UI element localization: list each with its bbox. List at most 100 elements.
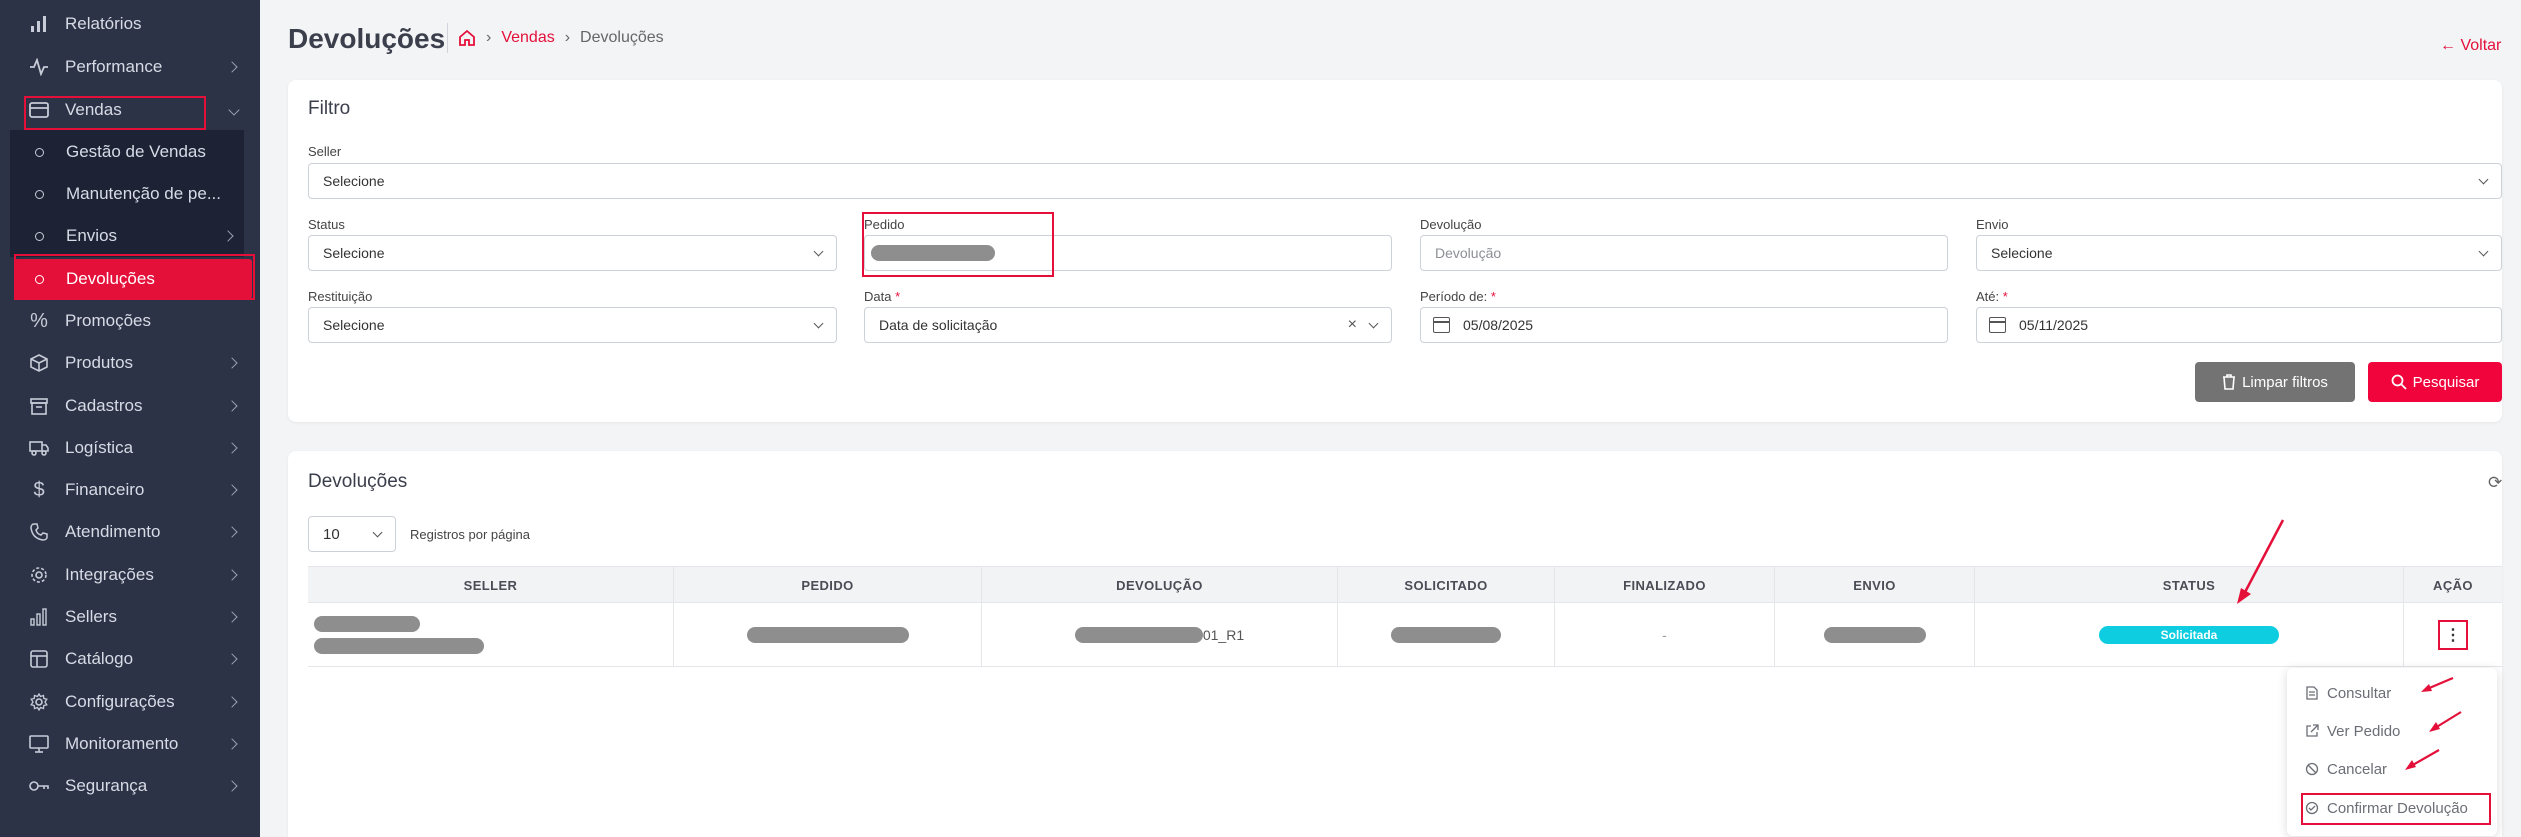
sidebar-subitem-gestao-vendas[interactable]: Gestão de Vendas — [10, 132, 244, 172]
sidebar-item-financeiro[interactable]: $ Financeiro — [0, 470, 260, 510]
chevron-right-icon — [226, 738, 238, 750]
sidebar-subitem-label: Devoluções — [66, 269, 155, 288]
envio-select[interactable]: Selecione — [1976, 235, 2502, 271]
sidebar-item-monitoramento[interactable]: Monitoramento — [0, 724, 260, 764]
sidebar-item-produtos[interactable]: Produtos — [0, 343, 260, 383]
menu-item-confirmar-devolucao[interactable]: Confirmar Devolução — [2305, 796, 2468, 820]
cell-status: Solicitada — [1975, 603, 2404, 667]
redacted-value — [871, 245, 995, 261]
cell-acao: ⋮ — [2404, 603, 2502, 667]
sidebar-item-performance[interactable]: Performance — [0, 47, 260, 87]
status-select-value: Selecione — [323, 245, 385, 261]
breadcrumb-vendas[interactable]: Vendas — [501, 29, 554, 47]
home-icon[interactable] — [458, 29, 476, 47]
ate-label-text: Até: — [1976, 289, 2000, 304]
monitor-icon — [28, 733, 50, 755]
seller-select-value: Selecione — [323, 173, 385, 189]
pedido-input[interactable] — [864, 235, 1392, 271]
circle-icon — [35, 147, 44, 157]
sidebar-item-atendimento[interactable]: Atendimento — [0, 512, 260, 552]
menu-item-consultar[interactable]: Consultar — [2305, 681, 2391, 705]
column-header-status[interactable]: STATUS — [1975, 567, 2404, 604]
sidebar-item-vendas[interactable]: Vendas — [0, 90, 260, 130]
sidebar-item-label: Logística — [65, 438, 134, 457]
menu-item-label: Consultar — [2327, 684, 2392, 702]
restituicao-select[interactable]: Selecione — [308, 307, 837, 343]
menu-item-label: Ver Pedido — [2327, 722, 2401, 740]
sidebar-item-catalogo[interactable]: Catálogo — [0, 639, 260, 679]
breadcrumb-separator: › — [486, 29, 492, 46]
dollar-icon: $ — [33, 478, 45, 501]
results-title: Devoluções — [308, 471, 408, 492]
ate-date-input[interactable]: 05/11/2025 — [1976, 307, 2502, 343]
chevron-right-icon — [226, 357, 238, 369]
trash-icon — [2222, 374, 2236, 390]
chevron-right-icon — [222, 230, 234, 242]
sidebar-subitem-envios[interactable]: Envios — [10, 216, 244, 256]
sidebar-item-relatorios[interactable]: Relatórios — [0, 4, 260, 44]
sidebar-subitem-devolucoes[interactable]: Devoluções — [14, 259, 252, 299]
seller-select[interactable]: Selecione — [308, 163, 2502, 199]
devolucao-input[interactable]: Devolução — [1420, 235, 1948, 271]
annotation-arrow — [2237, 519, 2285, 604]
percent-icon: % — [30, 309, 48, 332]
chevron-right-icon — [226, 526, 238, 538]
column-header-pedido[interactable]: PEDIDO — [674, 567, 982, 604]
divider — [447, 23, 448, 53]
redacted-value — [1074, 627, 1203, 643]
sidebar-item-integracoes[interactable]: Integrações — [0, 555, 260, 595]
activity-icon — [28, 56, 50, 78]
per-page-select[interactable]: 10 — [308, 516, 396, 552]
sidebar-item-cadastros[interactable]: Cadastros — [0, 386, 260, 426]
more-options-icon[interactable]: ⋮ — [2438, 620, 2468, 650]
data-select[interactable]: Data de solicitação × — [864, 307, 1392, 343]
sidebar-subitem-manutencao[interactable]: Manutenção de pe... — [10, 174, 244, 214]
refresh-icon[interactable]: ⟳ — [2488, 473, 2502, 493]
column-header-devolucao[interactable]: DEVOLUÇÃO — [982, 567, 1338, 604]
sidebar-item-configuracoes[interactable]: Configurações — [0, 682, 260, 722]
search-button[interactable]: Pesquisar — [2368, 362, 2502, 402]
column-header-envio[interactable]: ENVIO — [1775, 567, 1975, 604]
search-label: Pesquisar — [2412, 373, 2480, 391]
sidebar-item-logistica[interactable]: Logística — [0, 428, 260, 468]
restituicao-label: Restituição — [308, 289, 373, 304]
sidebar-item-sellers[interactable]: Sellers — [0, 597, 260, 637]
redacted-value — [1823, 627, 1926, 643]
periodo-label-text: Período de: — [1420, 289, 1488, 304]
chevron-right-icon — [226, 611, 238, 623]
circle-icon — [35, 189, 44, 199]
menu-item-ver-pedido[interactable]: Ver Pedido — [2305, 719, 2400, 743]
devolucao-label: Devolução — [1420, 217, 1482, 232]
clear-filters-button[interactable]: Limpar filtros — [2195, 362, 2355, 402]
required-mark: * — [1490, 289, 1496, 304]
periodo-date-input[interactable]: 05/08/2025 — [1420, 307, 1948, 343]
redacted-value — [314, 616, 420, 632]
clear-icon[interactable]: × — [1348, 316, 1357, 334]
cell-pedido — [674, 603, 982, 667]
column-header-solicitado[interactable]: SOLICITADO — [1338, 567, 1555, 604]
chevron-right-icon — [226, 696, 238, 708]
circle-icon — [35, 274, 44, 284]
sidebar-item-promocoes[interactable]: % Promoções — [0, 301, 260, 341]
breadcrumb-separator: › — [564, 29, 571, 46]
sidebar-item-label: Integrações — [65, 565, 154, 584]
back-link[interactable]: ← Voltar — [2440, 37, 2501, 55]
back-label: Voltar — [2460, 37, 2502, 54]
menu-item-label: Confirmar Devolução — [2327, 799, 2468, 817]
action-dropdown-menu: Consultar Ver Pedido Cancelar Confirmar … — [2287, 668, 2497, 836]
devolucao-suffix: 01_R1 — [1202, 627, 1245, 643]
column-header-seller[interactable]: SELLER — [308, 567, 674, 604]
column-header-finalizado[interactable]: FINALIZADO — [1555, 567, 1775, 604]
pedido-label: Pedido — [864, 217, 905, 232]
layout-icon — [28, 648, 50, 670]
sidebar-item-seguranca[interactable]: Segurança — [0, 766, 260, 806]
sidebar-item-label: Performance — [65, 57, 163, 76]
check-circle-icon — [2305, 801, 2319, 815]
status-select[interactable]: Selecione — [308, 235, 837, 271]
chevron-down-icon — [2478, 174, 2489, 185]
per-page-label: Registros por página — [410, 527, 530, 542]
chevron-down-icon — [813, 246, 824, 257]
sidebar-item-label: Financeiro — [65, 480, 145, 499]
chevron-right-icon — [226, 442, 238, 454]
menu-item-cancelar[interactable]: Cancelar — [2305, 757, 2387, 781]
